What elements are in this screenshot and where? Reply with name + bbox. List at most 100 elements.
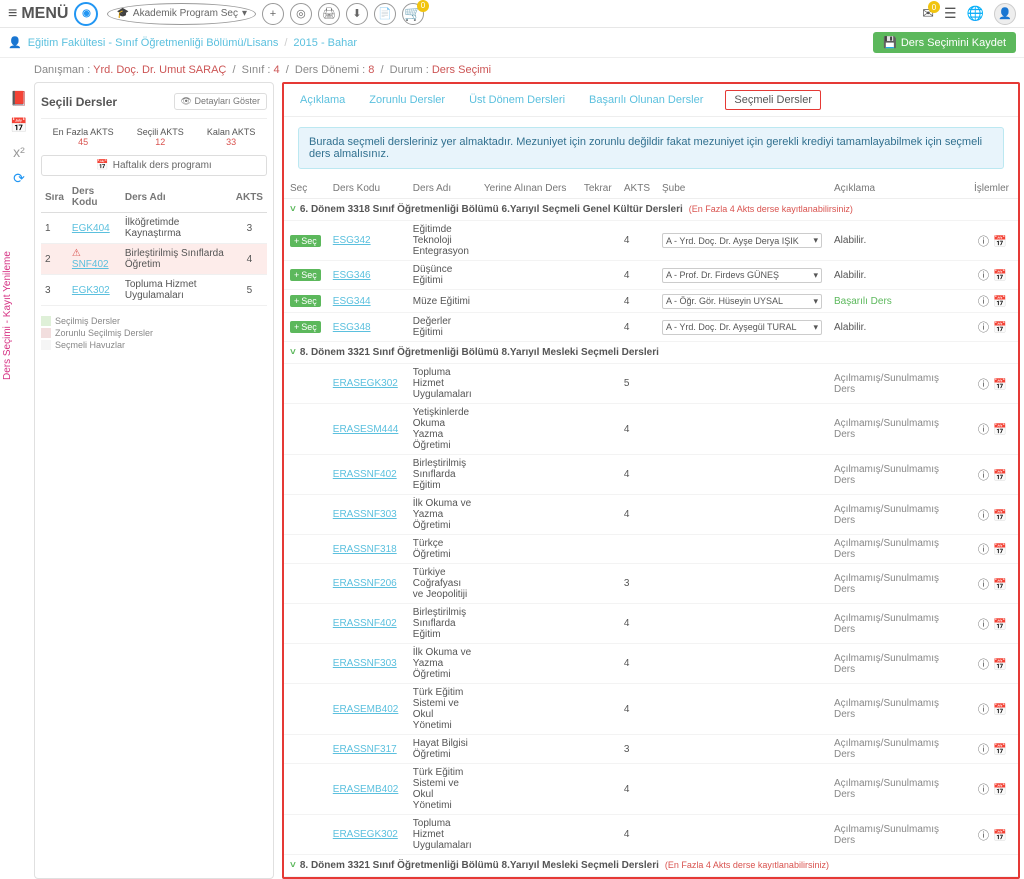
calendar-icon[interactable]: 📅: [993, 579, 1007, 591]
calendar-icon[interactable]: 📅: [993, 270, 1007, 282]
mail-button[interactable]: ✉0: [922, 5, 934, 22]
select-button[interactable]: +Seç: [290, 295, 321, 307]
course-code-link[interactable]: ERASESM444: [333, 424, 399, 435]
course-code-link[interactable]: SNF402: [72, 259, 109, 270]
info-icon[interactable]: ⓘ: [978, 704, 989, 716]
calendar-icon[interactable]: 📅: [993, 296, 1007, 308]
tab-elective[interactable]: Seçmeli Dersler: [725, 90, 821, 110]
target-button[interactable]: ◎: [290, 3, 312, 25]
info-icon[interactable]: ⓘ: [978, 236, 989, 248]
weekly-schedule-button[interactable]: 📅 Haftalık ders programı: [41, 155, 267, 176]
cart-button[interactable]: 🛒0: [402, 3, 424, 25]
course-code-link[interactable]: ERASSNF318: [333, 544, 397, 555]
info-icon[interactable]: ⓘ: [978, 579, 989, 591]
calendar-icon[interactable]: 📅: [10, 117, 27, 134]
course-code-link[interactable]: EGK404: [72, 223, 110, 234]
logo-icon[interactable]: ◉: [74, 2, 98, 26]
calendar-icon[interactable]: 📅: [993, 424, 1007, 436]
info-icon[interactable]: ⓘ: [978, 379, 989, 391]
cell-akts: 4: [618, 815, 656, 855]
side-tab-label[interactable]: Ders Seçimi - Kayıt Yenileme: [2, 251, 13, 380]
group-header-row[interactable]: ˅8. Dönem 3321 Sınıf Öğretmenliği Bölümü…: [284, 855, 1018, 877]
warning-icon: ⚠: [72, 248, 81, 259]
course-code-link[interactable]: ESG346: [333, 270, 371, 281]
group-header-row[interactable]: ˅6. Dönem 3318 Sınıf Öğretmenliği Bölümü…: [284, 199, 1018, 221]
cart-badge: 0: [417, 0, 429, 12]
th-note: Açıklama: [828, 179, 968, 199]
refresh-icon[interactable]: ⟳: [13, 170, 25, 187]
max-akts-val: 45: [53, 137, 114, 147]
course-code-link[interactable]: ERASEMB402: [333, 784, 399, 795]
tab-upper[interactable]: Üst Dönem Dersleri: [467, 90, 567, 110]
course-code-link[interactable]: EGK302: [72, 285, 110, 296]
tab-passed[interactable]: Başarılı Olunan Dersler: [587, 90, 705, 110]
course-code-link[interactable]: ERASSNF303: [333, 509, 397, 520]
course-code-link[interactable]: ESG344: [333, 296, 371, 307]
select-button[interactable]: +Seç: [290, 269, 321, 281]
tab-mandatory[interactable]: Zorunlu Dersler: [367, 90, 447, 110]
info-icon[interactable]: ⓘ: [978, 470, 989, 482]
calendar-icon[interactable]: 📅: [993, 544, 1007, 556]
cell-note: Açılmamış/Sunulmamış Ders: [828, 455, 968, 495]
calendar-icon[interactable]: 📅: [993, 830, 1007, 842]
print-button[interactable]: 🖨: [318, 3, 340, 25]
calendar-icon[interactable]: 📅: [993, 379, 1007, 391]
info-icon[interactable]: ⓘ: [978, 270, 989, 282]
book-icon[interactable]: 📕: [10, 90, 27, 107]
breadcrumb-faculty[interactable]: Eğitim Fakültesi - Sınıf Öğretmenliği Bö…: [28, 37, 279, 49]
details-button[interactable]: 👁 Detayları Göster: [174, 93, 267, 110]
table-row: +Seç ESG344 Müze Eğitimi 4 A - Öğr. Gör.…: [284, 290, 1018, 313]
course-code-link[interactable]: ERASEGK302: [333, 829, 398, 840]
course-code-link[interactable]: ERASSNF317: [333, 744, 397, 755]
course-code-link[interactable]: ERASSNF303: [333, 658, 397, 669]
program-select[interactable]: 🎓 Akademik Program Seç ▾: [107, 3, 256, 25]
info-icon[interactable]: ⓘ: [978, 510, 989, 522]
globe-icon[interactable]: 🌐: [967, 5, 984, 22]
course-code-link[interactable]: ERASSNF402: [333, 469, 397, 480]
save-selection-button[interactable]: 💾 Ders Seçimini Kaydet: [873, 32, 1016, 53]
select-button[interactable]: +Seç: [290, 235, 321, 247]
calendar-icon[interactable]: 📅: [993, 510, 1007, 522]
menu-button[interactable]: ≡ MENÜ: [8, 5, 68, 23]
calendar-icon[interactable]: 📅: [993, 784, 1007, 796]
info-icon[interactable]: ⓘ: [978, 544, 989, 556]
calendar-icon[interactable]: 📅: [993, 659, 1007, 671]
calendar-icon[interactable]: 📅: [993, 236, 1007, 248]
select-button[interactable]: +Seç: [290, 321, 321, 333]
formula-icon[interactable]: x²: [13, 144, 25, 160]
info-icon[interactable]: ⓘ: [978, 659, 989, 671]
info-icon[interactable]: ⓘ: [978, 784, 989, 796]
course-code-link[interactable]: ERASSNF402: [333, 618, 397, 629]
th-instead: Yerine Alınan Ders: [478, 179, 578, 199]
cell-note: Alabilir.: [828, 221, 968, 261]
table-row: +Seç ESG348 Değerler Eğitimi 4 A - Yrd. …: [284, 313, 1018, 342]
branch-select[interactable]: A - Yrd. Doç. Dr. Ayşe Derya IŞIK▾: [662, 233, 822, 248]
download-button[interactable]: ⬇: [346, 3, 368, 25]
info-icon[interactable]: ⓘ: [978, 322, 989, 334]
branch-select[interactable]: A - Yrd. Doç. Dr. Ayşegül TURAL▾: [662, 320, 822, 335]
branch-select[interactable]: A - Prof. Dr. Firdevs GÜNEŞ▾: [662, 268, 822, 283]
calendar-icon[interactable]: 📅: [993, 619, 1007, 631]
breadcrumb-term[interactable]: 2015 - Bahar: [293, 37, 357, 49]
calendar-icon[interactable]: 📅: [993, 744, 1007, 756]
list-icon[interactable]: ☰: [944, 5, 957, 22]
group-header-row[interactable]: ˅8. Dönem 3321 Sınıf Öğretmenliği Bölümü…: [284, 342, 1018, 364]
info-icon[interactable]: ⓘ: [978, 619, 989, 631]
doc-button[interactable]: 📄: [374, 3, 396, 25]
info-icon[interactable]: ⓘ: [978, 296, 989, 308]
avatar[interactable]: 👤: [994, 3, 1016, 25]
course-code-link[interactable]: ERASEGK302: [333, 378, 398, 389]
course-code-link[interactable]: ERASSNF206: [333, 578, 397, 589]
calendar-icon[interactable]: 📅: [993, 704, 1007, 716]
branch-select[interactable]: A - Öğr. Gör. Hüseyin UYSAL▾: [662, 294, 822, 309]
course-code-link[interactable]: ERASEMB402: [333, 704, 399, 715]
info-icon[interactable]: ⓘ: [978, 424, 989, 436]
calendar-icon[interactable]: 📅: [993, 322, 1007, 334]
add-button[interactable]: +: [262, 3, 284, 25]
info-icon[interactable]: ⓘ: [978, 744, 989, 756]
course-code-link[interactable]: ESG348: [333, 322, 371, 333]
info-icon[interactable]: ⓘ: [978, 830, 989, 842]
tab-description[interactable]: Açıklama: [298, 90, 347, 110]
calendar-icon[interactable]: 📅: [993, 470, 1007, 482]
course-code-link[interactable]: ESG342: [333, 235, 371, 246]
